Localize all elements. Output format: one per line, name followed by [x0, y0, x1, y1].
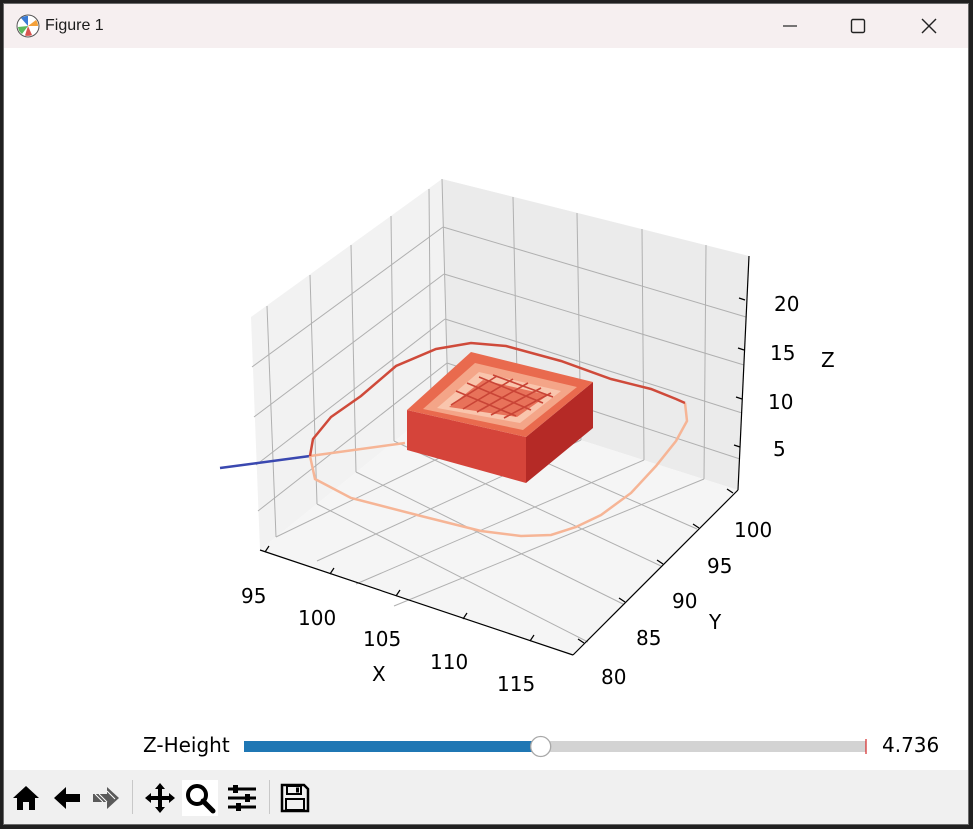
z-tick-label: 20 [774, 292, 799, 316]
y-tick-label: 80 [601, 665, 626, 689]
back-icon [54, 787, 80, 809]
z-height-slider[interactable] [240, 732, 880, 762]
toolbar-separator [132, 780, 133, 814]
x-tick-label: 100 [298, 606, 336, 630]
slider-handle[interactable] [530, 735, 552, 758]
z-tick-label: 15 [770, 341, 795, 365]
x-tick-label: 95 [241, 584, 266, 608]
y-tick-label: 95 [707, 554, 732, 578]
figure-canvas[interactable]: 95 100 105 110 115 80 85 90 95 100 5 10 … [4, 48, 968, 770]
x-axis-label: X [372, 662, 386, 686]
y-axis-label: Y [708, 610, 722, 634]
zoom-button[interactable] [182, 780, 218, 816]
save-icon [280, 783, 310, 813]
z-tick-label: 5 [773, 437, 786, 461]
configure-subplots-icon [228, 785, 256, 811]
forward-icon [93, 787, 119, 809]
z-height-slider-label: Z-Height [143, 733, 230, 757]
configure-subplots-button[interactable] [224, 780, 260, 816]
z-axis-label: Z [821, 348, 835, 372]
slider-fill [244, 741, 541, 752]
pan-icon [145, 783, 175, 813]
forward-button[interactable] [88, 780, 124, 816]
back-button[interactable] [49, 780, 85, 816]
figure-window: Figure 1 95 100 105 110 115 80 85 90 95 … [3, 3, 969, 825]
y-tick-label: 90 [672, 589, 697, 613]
home-icon [13, 786, 39, 810]
z-height-value: 4.736 [882, 733, 940, 757]
home-button[interactable] [8, 780, 44, 816]
x-tick-label: 115 [497, 672, 535, 696]
x-tick-label: 110 [430, 650, 468, 674]
3d-axes[interactable]: 95 100 105 110 115 80 85 90 95 100 5 10 … [3, 3, 969, 825]
y-tick-label: 100 [734, 518, 772, 542]
toolbar-separator [269, 780, 270, 814]
save-button[interactable] [277, 780, 313, 816]
navigation-toolbar [4, 770, 968, 824]
pan-button[interactable] [142, 780, 178, 816]
x-tick-label: 105 [363, 627, 401, 651]
z-tick-label: 10 [768, 390, 793, 414]
y-tick-label: 85 [636, 626, 661, 650]
zoom-icon [186, 784, 216, 814]
